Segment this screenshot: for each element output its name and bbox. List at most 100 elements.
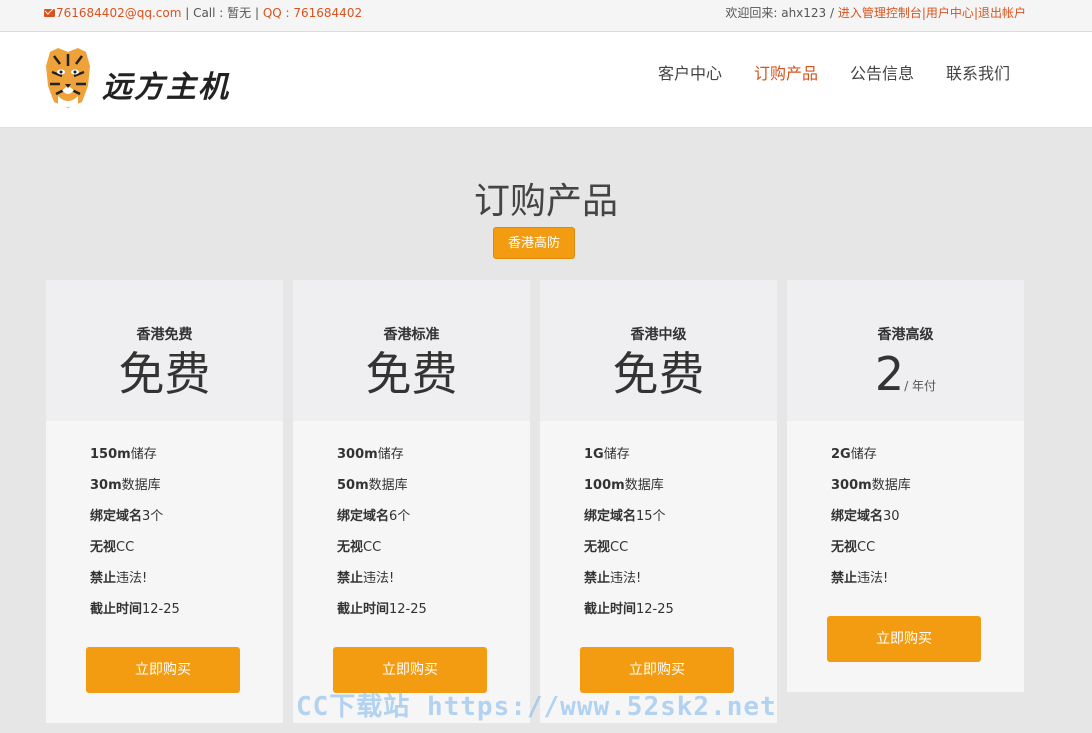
buy-now-button[interactable]: 立即购买 <box>86 647 240 693</box>
feature-value: 数据库 <box>368 478 408 493</box>
feature-key: 150m <box>90 447 131 462</box>
feature-value: CC <box>116 540 135 555</box>
feature-item: 禁止违法! <box>90 569 180 600</box>
logo-text: 远方主机 <box>102 70 230 105</box>
feature-item: 无视CC <box>584 538 674 569</box>
separator: | <box>181 6 194 20</box>
feature-item: 30m数据库 <box>90 476 180 507</box>
product-price: 免费 <box>46 346 283 402</box>
product-card: 香港标准 免费 300m储存 50m数据库 绑定域名6个 无视CC 禁止违法! … <box>293 280 530 723</box>
feature-value: 违法! <box>363 571 395 586</box>
feature-key: 绑定域名 <box>337 509 390 524</box>
feature-value: 15个 <box>636 509 666 524</box>
feature-item: 2G储存 <box>831 445 911 476</box>
feature-key: 30m <box>90 478 122 493</box>
feature-item: 绑定域名3个 <box>90 507 180 538</box>
feature-key: 2G <box>831 447 851 462</box>
feature-item: 禁止违法! <box>337 569 427 600</box>
feature-item: 100m数据库 <box>584 476 674 507</box>
feature-key: 禁止 <box>337 571 364 586</box>
feature-item: 绑定域名15个 <box>584 507 674 538</box>
feature-key: 截止时间 <box>584 602 637 617</box>
contact-info: 761684402@qq.com | Call : 暂无 | QQ : 7616… <box>44 0 362 26</box>
feature-item: 无视CC <box>90 538 180 569</box>
product-name: 香港中级 <box>630 327 687 343</box>
feature-value: 数据库 <box>121 478 161 493</box>
nav-item-client-center[interactable]: 客户中心 <box>658 60 722 84</box>
main-nav: 客户中心 订购产品 公告信息 联系我们 <box>658 60 1010 84</box>
feature-list: 1G储存 100m数据库 绑定域名15个 无视CC 禁止违法! 截止时间12-2… <box>584 445 674 631</box>
feature-value: CC <box>610 540 629 555</box>
card-header: 香港中级 免费 <box>540 280 777 421</box>
product-price: 免费 <box>540 346 777 402</box>
product-name: 香港免费 <box>136 327 193 343</box>
feature-value: 30 <box>883 509 900 524</box>
top-bar: 761684402@qq.com | Call : 暂无 | QQ : 7616… <box>0 0 1092 32</box>
feature-list: 150m储存 30m数据库 绑定域名3个 无视CC 禁止违法! 截止时间12-2… <box>90 445 180 631</box>
card-header: 香港高级 2/ 年付 <box>787 280 1024 421</box>
feature-item: 禁止违法! <box>584 569 674 600</box>
feature-key: 绑定域名 <box>831 509 884 524</box>
feature-key: 50m <box>337 478 369 493</box>
feature-key: 无视 <box>831 540 858 555</box>
feature-value: 6个 <box>389 509 411 524</box>
feature-value: 数据库 <box>871 478 911 493</box>
feature-item: 截止时间12-25 <box>90 600 180 631</box>
nav-item-announcements[interactable]: 公告信息 <box>850 60 914 84</box>
feature-value: 3个 <box>142 509 164 524</box>
feature-key: 截止时间 <box>337 602 390 617</box>
feature-value: 储存 <box>603 447 630 462</box>
feature-value: 储存 <box>130 447 157 462</box>
feature-value: 数据库 <box>624 478 664 493</box>
admin-console-link[interactable]: 进入管理控制台 <box>838 6 922 20</box>
contact-qq: QQ : 761684402 <box>262 6 363 20</box>
product-card: 香港高级 2/ 年付 2G储存 300m数据库 绑定域名30 无视CC 禁止违法… <box>787 280 1024 692</box>
feature-key: 截止时间 <box>90 602 143 617</box>
feature-key: 禁止 <box>831 571 858 586</box>
site-header: 远方主机 客户中心 订购产品 公告信息 联系我们 <box>0 32 1092 128</box>
tiger-logo-icon <box>46 48 90 108</box>
page-title: 订购产品 <box>473 181 618 222</box>
feature-value: CC <box>857 540 876 555</box>
feature-item: 绑定域名30 <box>831 507 911 538</box>
feature-value: 储存 <box>850 447 877 462</box>
product-name: 香港高级 <box>877 327 934 343</box>
category-tab-hk-ddos[interactable]: 香港高防 <box>493 227 575 259</box>
feature-key: 300m <box>831 478 872 493</box>
product-card: 香港中级 免费 1G储存 100m数据库 绑定域名15个 无视CC 禁止违法! … <box>540 280 777 723</box>
nav-item-order-products[interactable]: 订购产品 <box>754 60 818 84</box>
separator: | <box>251 6 263 20</box>
feature-item: 300m储存 <box>337 445 427 476</box>
nav-item-contact-us[interactable]: 联系我们 <box>946 60 1010 84</box>
price-value: 免费 <box>365 347 458 401</box>
feature-list: 2G储存 300m数据库 绑定域名30 无视CC 禁止违法! <box>831 445 911 600</box>
price-value: 2 <box>874 347 905 401</box>
contact-email[interactable]: 761684402@qq.com <box>56 6 181 20</box>
feature-item: 300m数据库 <box>831 476 911 507</box>
logout-link[interactable]: 退出帐户 <box>978 6 1026 20</box>
price-unit: / 年付 <box>904 379 937 393</box>
envelope-icon <box>44 9 55 17</box>
feature-key: 1G <box>584 447 604 462</box>
feature-value: 违法! <box>857 571 889 586</box>
feature-key: 禁止 <box>90 571 117 586</box>
price-value: 免费 <box>612 347 705 401</box>
feature-value: 12-25 <box>636 602 674 617</box>
price-value: 免费 <box>118 347 211 401</box>
card-header: 香港免费 免费 <box>46 280 283 421</box>
feature-item: 无视CC <box>831 538 911 569</box>
feature-key: 无视 <box>337 540 364 555</box>
user-links: 欢迎回来: ahx123 / 进入管理控制台|用户中心|退出帐户 <box>725 0 1026 26</box>
user-center-link[interactable]: 用户中心 <box>926 6 974 20</box>
buy-now-button[interactable]: 立即购买 <box>827 616 981 662</box>
feature-key: 无视 <box>90 540 117 555</box>
feature-item: 截止时间12-25 <box>584 600 674 631</box>
site-logo[interactable]: 远方主机 <box>44 44 254 114</box>
watermark-text: CC下载站 https://www.52sk2.net <box>296 692 777 722</box>
feature-item: 绑定域名6个 <box>337 507 427 538</box>
product-name: 香港标准 <box>383 327 440 343</box>
feature-item: 禁止违法! <box>831 569 911 600</box>
feature-value: 违法! <box>116 571 148 586</box>
feature-item: 无视CC <box>337 538 427 569</box>
feature-value: 12-25 <box>389 602 427 617</box>
